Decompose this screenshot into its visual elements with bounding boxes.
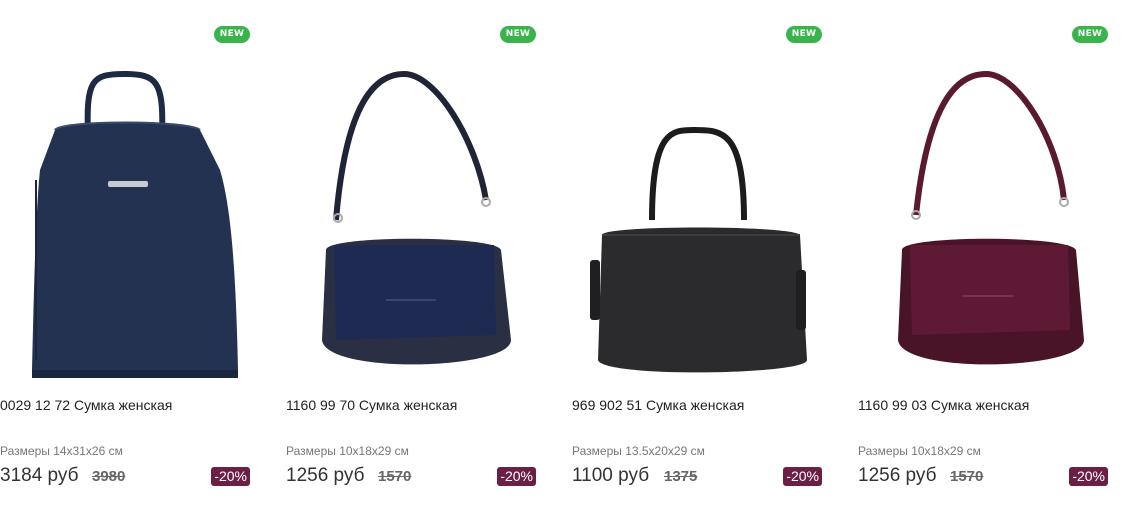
product-card[interactable]: NEW 0029 12 72 Сумка женская Размеры 14x… [0, 0, 250, 506]
product-old-price: 3980 [92, 468, 126, 485]
product-card[interactable]: NEW 969 902 51 Сумка женская Размеры 13.… [572, 0, 822, 506]
product-image-backpack[interactable] [0, 60, 250, 390]
tote-bag-black-image [590, 126, 807, 373]
product-title[interactable]: 1160 99 70 Сумка женская [286, 397, 536, 413]
discount-badge: -20% [497, 467, 536, 486]
product-grid: NEW 0029 12 72 Сумка женская Размеры 14x… [0, 0, 1124, 506]
product-title[interactable]: 969 902 51 Сумка женская [572, 397, 822, 413]
new-badge: NEW [1072, 26, 1108, 43]
new-badge: NEW [214, 26, 250, 43]
product-image-shoulder-bag[interactable] [858, 60, 1108, 390]
product-sizes: Размеры 14x31x26 см [0, 444, 123, 458]
discount-badge: -20% [783, 467, 822, 486]
product-price: 1256 руб [858, 465, 937, 486]
product-sizes: Размеры 10x18x29 см [858, 444, 981, 458]
new-badge: NEW [500, 26, 536, 43]
discount-badge: -20% [1069, 467, 1108, 486]
price-row: 1256 руб 1570 -20% [286, 465, 536, 489]
product-old-price: 1570 [378, 468, 412, 485]
product-image-shoulder-bag[interactable] [286, 60, 536, 390]
product-sizes: Размеры 10x18x29 см [286, 444, 409, 458]
backpack-navy-image [32, 70, 238, 378]
price-row: 1256 руб 1570 -20% [858, 465, 1108, 489]
product-old-price: 1375 [664, 468, 698, 485]
new-badge: NEW [786, 26, 822, 43]
product-card[interactable]: NEW 1160 99 70 Сумка женская Размеры 10x… [286, 0, 536, 506]
shoulder-bag-burgundy-image [898, 70, 1084, 365]
price-row: 1100 руб 1375 -20% [572, 465, 822, 489]
shoulder-bag-navy-image [322, 70, 511, 365]
product-old-price: 1570 [950, 468, 984, 485]
product-price: 3184 руб [0, 465, 79, 486]
product-price: 1256 руб [286, 465, 365, 486]
product-image-tote-bag[interactable] [572, 60, 822, 390]
product-sizes: Размеры 13.5x20x29 см [572, 444, 705, 458]
discount-badge: -20% [211, 467, 250, 486]
product-title[interactable]: 0029 12 72 Сумка женская [0, 397, 250, 413]
product-price: 1100 руб [572, 465, 650, 486]
price-row: 3184 руб 3980 -20% [0, 465, 250, 489]
product-title[interactable]: 1160 99 03 Сумка женская [858, 397, 1108, 413]
product-card[interactable]: NEW 1160 99 03 Сумка женская Размеры 10x… [858, 0, 1108, 506]
